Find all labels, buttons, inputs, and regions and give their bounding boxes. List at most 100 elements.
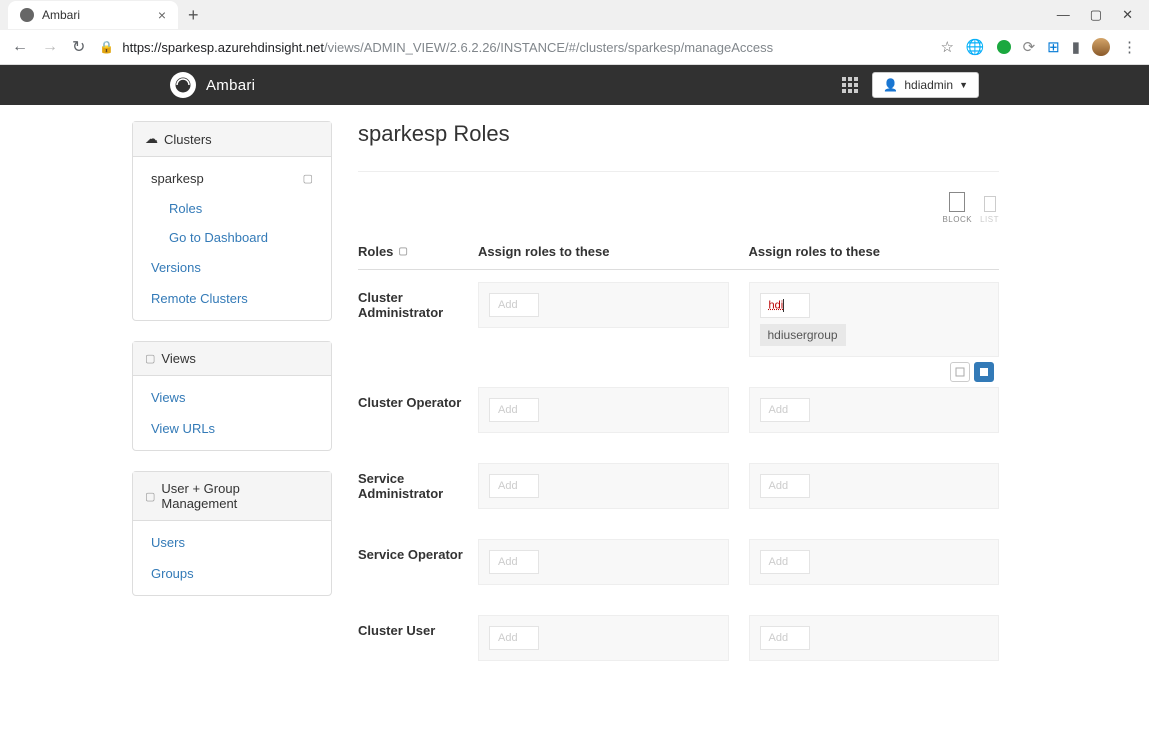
- sidebar-cluster-name[interactable]: sparkesp ▢: [133, 163, 331, 194]
- role-row-service-operator: Service Operator Add Add: [358, 539, 999, 585]
- url-field[interactable]: 🔒 https://sparkesp.azurehdinsight.net/vi…: [99, 40, 926, 55]
- view-toggle: BLOCK LIST: [358, 192, 999, 224]
- add-input[interactable]: Add: [489, 398, 539, 422]
- role-label: Cluster Operator: [358, 387, 478, 410]
- ambari-logo-icon[interactable]: [170, 72, 196, 98]
- sidebar-groups[interactable]: Groups: [133, 558, 331, 589]
- cloud-icon: ☁: [145, 131, 158, 147]
- confirm-button[interactable]: [974, 362, 994, 382]
- sidebar-users[interactable]: Users: [133, 527, 331, 558]
- role-row-cluster-admin: Cluster Administrator Add hdi hdiusergro…: [358, 282, 999, 357]
- sidebar-goto-dashboard[interactable]: Go to Dashboard: [133, 223, 331, 252]
- close-window-button[interactable]: ✕: [1122, 7, 1133, 23]
- clusters-header: ☁ Clusters: [133, 122, 331, 157]
- minimize-button[interactable]: —: [1057, 7, 1070, 23]
- sync-icon[interactable]: ⟳: [1023, 38, 1036, 56]
- url-host: https://sparkesp.azurehdinsight.net: [122, 40, 324, 55]
- add-input[interactable]: Add: [760, 474, 810, 498]
- users-icon: ▢: [145, 490, 155, 503]
- add-input[interactable]: Add: [760, 550, 810, 574]
- tab-favicon-icon: [20, 8, 34, 22]
- maximize-button[interactable]: ▢: [1090, 7, 1102, 23]
- add-input[interactable]: Add: [489, 474, 539, 498]
- app-title: Ambari: [206, 77, 255, 94]
- forward-button[interactable]: →: [42, 38, 58, 56]
- add-input[interactable]: Add: [760, 626, 810, 650]
- assign-users-box[interactable]: Add: [478, 282, 729, 328]
- col-assign1-header: Assign roles to these: [478, 244, 729, 259]
- user-name: hdiadmin: [904, 78, 953, 92]
- role-row-cluster-user: Cluster User Add Add: [358, 615, 999, 661]
- assign-users-box[interactable]: Add: [478, 463, 729, 509]
- block-label: BLOCK: [942, 215, 972, 224]
- user-icon: 👤: [883, 78, 898, 92]
- sidebar-remote-clusters[interactable]: Remote Clusters: [133, 283, 331, 314]
- role-label: Cluster Administrator: [358, 282, 478, 320]
- views-panel: ▢ Views Views View URLs: [132, 341, 332, 451]
- apps-grid-icon[interactable]: [842, 77, 858, 93]
- assign-users-box[interactable]: Add: [478, 539, 729, 585]
- col-assign2-header: Assign roles to these: [749, 244, 1000, 259]
- list-label: LIST: [980, 215, 999, 224]
- sidebar-versions[interactable]: Versions: [133, 252, 331, 283]
- user-menu-button[interactable]: 👤 hdiadmin ▼: [872, 72, 979, 98]
- back-button[interactable]: ←: [12, 38, 28, 56]
- tab-bar: Ambari × + — ▢ ✕: [0, 0, 1149, 30]
- divider: [358, 171, 999, 172]
- globe-icon[interactable]: 🌐: [966, 38, 985, 56]
- app-header: Ambari 👤 hdiadmin ▼: [0, 65, 1149, 105]
- add-input[interactable]: Add: [489, 626, 539, 650]
- cancel-button[interactable]: [950, 362, 970, 382]
- ugm-header: ▢ User + Group Management: [133, 472, 331, 521]
- assign-groups-box[interactable]: Add: [749, 615, 1000, 661]
- add-input[interactable]: Add: [489, 550, 539, 574]
- sidebar-view-urls[interactable]: View URLs: [133, 413, 331, 444]
- role-label: Service Administrator: [358, 463, 478, 501]
- role-label: Cluster User: [358, 615, 478, 638]
- views-header: ▢ Views: [133, 342, 331, 376]
- caret-down-icon: ▼: [959, 80, 968, 90]
- address-bar-icons: ☆ 🌐 ⟳ ⊞ ▮ ⋮: [940, 38, 1137, 56]
- list-icon: [984, 196, 996, 212]
- assign-groups-box[interactable]: hdi hdiusergroup: [749, 282, 1000, 357]
- extension-green-icon[interactable]: [997, 40, 1011, 54]
- col-roles-header[interactable]: Roles ▢: [358, 244, 478, 259]
- extension-icon[interactable]: ▮: [1072, 38, 1080, 56]
- block-view-button[interactable]: BLOCK: [942, 192, 972, 224]
- browser-tab[interactable]: Ambari ×: [8, 1, 178, 29]
- close-tab-icon[interactable]: ×: [158, 7, 166, 23]
- clusters-label: Clusters: [164, 132, 212, 147]
- list-view-button[interactable]: LIST: [980, 196, 999, 224]
- new-tab-button[interactable]: +: [178, 1, 209, 30]
- action-buttons: [950, 362, 994, 382]
- page-title: sparkesp Roles: [358, 121, 999, 147]
- ugm-label: User + Group Management: [161, 481, 319, 511]
- assign-users-box[interactable]: Add: [478, 615, 729, 661]
- main-container: ☁ Clusters sparkesp ▢ Roles Go to Dashbo…: [0, 105, 1149, 707]
- windows-icon[interactable]: ⊞: [1047, 38, 1060, 56]
- add-input-active[interactable]: hdi: [760, 293, 810, 318]
- assign-groups-box[interactable]: Add: [749, 463, 1000, 509]
- clusters-panel: ☁ Clusters sparkesp ▢ Roles Go to Dashbo…: [132, 121, 332, 321]
- assign-groups-box[interactable]: Add: [749, 539, 1000, 585]
- sort-icon: ▢: [398, 246, 407, 257]
- role-row-service-admin: Service Administrator Add Add: [358, 463, 999, 509]
- assign-groups-box[interactable]: Add: [749, 387, 1000, 433]
- role-row-cluster-operator: Cluster Operator Add Add: [358, 387, 999, 433]
- views-icon: ▢: [145, 352, 155, 365]
- profile-avatar-icon[interactable]: [1092, 38, 1110, 56]
- reload-button[interactable]: ↻: [72, 37, 85, 57]
- edit-icon[interactable]: ▢: [303, 172, 313, 185]
- add-input[interactable]: Add: [489, 293, 539, 317]
- assign-users-box[interactable]: Add: [478, 387, 729, 433]
- menu-icon[interactable]: ⋮: [1122, 38, 1137, 56]
- table-header: Roles ▢ Assign roles to these Assign rol…: [358, 234, 999, 270]
- main-content: sparkesp Roles BLOCK LIST Roles ▢ Assign…: [358, 121, 999, 691]
- sidebar: ☁ Clusters sparkesp ▢ Roles Go to Dashbo…: [132, 121, 332, 616]
- sidebar-roles[interactable]: Roles: [133, 194, 331, 223]
- add-input[interactable]: Add: [760, 398, 810, 422]
- sidebar-views[interactable]: Views: [133, 382, 331, 413]
- autocomplete-suggestion[interactable]: hdiusergroup: [760, 324, 846, 346]
- role-label: Service Operator: [358, 539, 478, 562]
- bookmark-icon[interactable]: ☆: [940, 38, 953, 56]
